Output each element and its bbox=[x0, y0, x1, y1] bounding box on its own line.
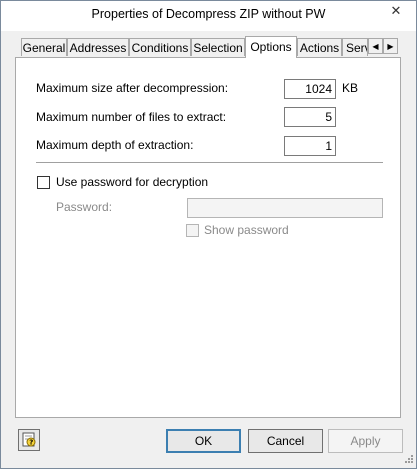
max-size-unit: KB bbox=[342, 81, 359, 95]
max-size-input[interactable]: 1024 bbox=[284, 79, 336, 99]
help-button[interactable]: ? bbox=[18, 429, 40, 451]
properties-dialog: Properties of Decompress ZIP without PW … bbox=[0, 0, 417, 469]
help-icon: ? bbox=[22, 432, 36, 447]
tab-general[interactable]: General bbox=[21, 38, 67, 56]
arrow-right-icon: ▶ bbox=[387, 41, 394, 51]
tab-scroll-left-button[interactable]: ◀ bbox=[368, 38, 383, 54]
close-icon: ✕ bbox=[390, 3, 402, 18]
separator bbox=[36, 162, 383, 163]
ok-button[interactable]: OK bbox=[166, 429, 241, 453]
apply-button[interactable]: Apply bbox=[328, 429, 403, 453]
svg-text:?: ? bbox=[29, 439, 33, 447]
tab-options[interactable]: Options bbox=[245, 36, 297, 58]
max-size-label: Maximum size after decompression: bbox=[36, 81, 229, 95]
cancel-button[interactable]: Cancel bbox=[248, 429, 323, 453]
tab-selection[interactable]: Selection bbox=[191, 38, 245, 56]
window-title: Properties of Decompress ZIP without PW bbox=[91, 7, 326, 21]
password-label: Password: bbox=[56, 200, 113, 214]
max-depth-input[interactable]: 1 bbox=[284, 136, 336, 156]
max-files-label: Maximum number of files to extract: bbox=[36, 110, 227, 124]
use-password-checkbox[interactable] bbox=[37, 176, 50, 189]
max-depth-label: Maximum depth of extraction: bbox=[36, 138, 194, 152]
tab-addresses[interactable]: Addresses bbox=[67, 38, 129, 56]
tab-conditions[interactable]: Conditions bbox=[129, 38, 191, 56]
close-button[interactable]: ✕ bbox=[382, 1, 410, 21]
tab-actions[interactable]: Actions bbox=[297, 38, 342, 56]
resize-grip-icon[interactable] bbox=[403, 455, 414, 466]
use-password-label[interactable]: Use password for decryption bbox=[56, 175, 208, 189]
options-panel: Maximum size after decompression: 1024 K… bbox=[15, 57, 401, 418]
arrow-left-icon: ◀ bbox=[372, 41, 379, 51]
max-files-input[interactable]: 5 bbox=[284, 107, 336, 127]
title-bar: Properties of Decompress ZIP without PW … bbox=[1, 1, 416, 31]
show-password-checkbox[interactable] bbox=[186, 224, 199, 237]
password-field[interactable] bbox=[187, 198, 383, 218]
show-password-label[interactable]: Show password bbox=[204, 223, 289, 237]
tab-scroll-right-button[interactable]: ▶ bbox=[383, 38, 398, 54]
tab-serv[interactable]: Serv bbox=[342, 38, 368, 56]
tab-strip: General Addresses Conditions Selection O… bbox=[15, 36, 401, 58]
